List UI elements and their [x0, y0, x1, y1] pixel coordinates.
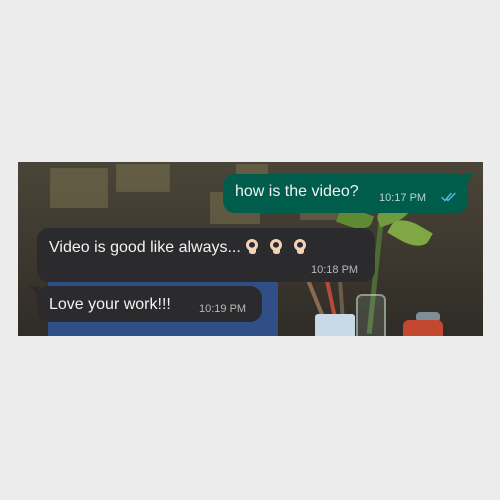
chat-screenshot: how is the video? 10:17 PM Video is good…	[18, 162, 483, 336]
wall-photo	[50, 168, 108, 208]
incoming-message-bubble[interactable]: Love your work!!! 10:19 PM	[37, 286, 262, 322]
message-text-row: Video is good like always...	[49, 237, 315, 260]
ok-hand-emoji-icon	[269, 239, 282, 254]
message-time: 10:18 PM	[311, 264, 359, 276]
message-text: Love your work!!!	[49, 296, 171, 313]
message-text: Video is good like always...	[49, 239, 241, 256]
brush-cup	[315, 314, 355, 336]
message-text: how is the video?	[235, 183, 359, 200]
glass-jar	[356, 294, 386, 336]
double-check-icon	[441, 192, 456, 202]
page: how is the video? 10:17 PM Video is good…	[0, 0, 500, 500]
message-time: 10:19 PM	[199, 303, 247, 315]
toy-figure-base	[403, 320, 443, 336]
incoming-message-bubble[interactable]: Video is good like always... 10:18 PM	[37, 228, 375, 282]
outgoing-message-bubble[interactable]: how is the video? 10:17 PM	[223, 174, 468, 213]
message-time: 10:17 PM	[379, 192, 427, 204]
emoji-group	[243, 237, 315, 260]
ok-hand-emoji-icon	[293, 239, 306, 254]
ok-hand-emoji-icon	[245, 239, 258, 254]
wall-photo	[116, 164, 170, 192]
